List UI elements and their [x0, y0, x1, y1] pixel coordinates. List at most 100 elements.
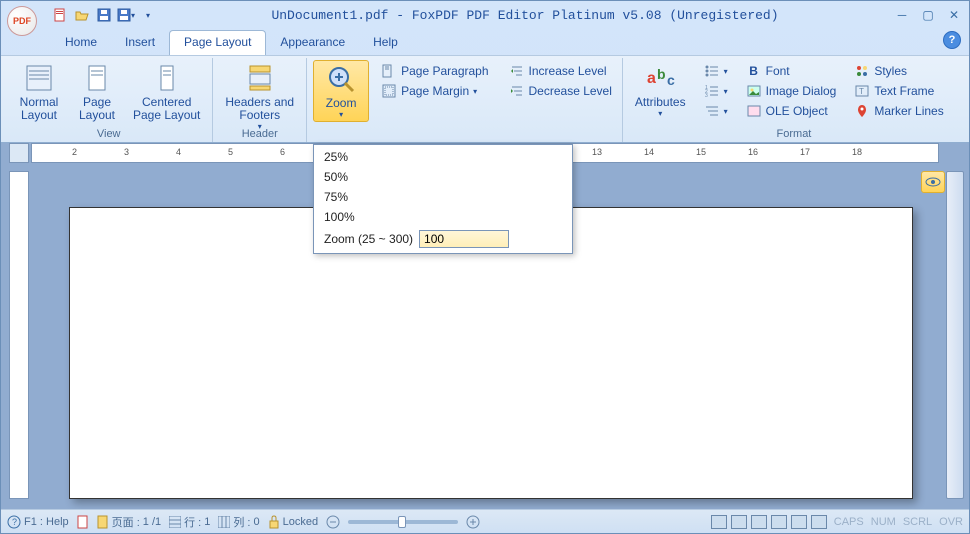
chevron-down-icon: ▾: [658, 109, 662, 118]
lock-icon: [268, 515, 280, 529]
open-icon[interactable]: [73, 6, 91, 24]
scrl-indicator: SCRL: [903, 516, 932, 528]
bullet-list-button[interactable]: ▾: [700, 62, 732, 80]
status-row: 行 :1: [169, 514, 210, 530]
zoom-slider-thumb[interactable]: [398, 516, 406, 528]
close-button[interactable]: ✕: [945, 7, 963, 23]
chevron-down-icon: ▾: [339, 110, 343, 119]
ribbon-group-header: Headers and Footers ▾ Header: [213, 58, 307, 142]
save-as-icon[interactable]: ▾: [117, 6, 135, 24]
zoom-50-item[interactable]: 50%: [314, 167, 572, 187]
minimize-button[interactable]: ─: [893, 7, 911, 23]
zoom-button[interactable]: Zoom ▾: [313, 60, 369, 122]
status-col: 列 :0: [218, 514, 259, 530]
attributes-icon: abc: [644, 62, 676, 94]
page-margin-button[interactable]: Page Margin▾: [377, 82, 492, 100]
group-label-view: View: [11, 128, 206, 142]
menu-page-layout[interactable]: Page Layout: [169, 30, 266, 55]
menu-home[interactable]: Home: [51, 31, 111, 55]
svg-text:a: a: [647, 70, 656, 87]
chevron-down-icon: ▾: [131, 11, 135, 20]
font-button[interactable]: BFont: [742, 62, 841, 80]
help-icon[interactable]: ?: [943, 31, 961, 49]
view-mode-6-button[interactable]: [811, 515, 827, 529]
centered-page-layout-icon: [151, 62, 183, 94]
status-locked[interactable]: Locked: [268, 515, 318, 529]
text-frame-button[interactable]: TText Frame: [850, 82, 947, 100]
new-doc-icon[interactable]: [51, 6, 69, 24]
font-icon: B: [746, 63, 762, 79]
multilevel-list-button[interactable]: ▾: [700, 102, 732, 120]
save-icon[interactable]: [95, 6, 113, 24]
zoom-in-button[interactable]: [466, 515, 480, 529]
styles-icon: [854, 63, 870, 79]
zoom-slider[interactable]: [348, 520, 458, 524]
svg-text:?: ?: [12, 517, 17, 527]
quick-access-toolbar: ▾ ▾: [51, 6, 157, 24]
numbered-list-icon: 123: [704, 83, 720, 99]
scrollbar-vertical[interactable]: [946, 171, 964, 499]
svg-text:b: b: [657, 66, 666, 82]
styles-button[interactable]: Styles: [850, 62, 947, 80]
menu-appearance[interactable]: Appearance: [266, 31, 359, 55]
view-mode-4-button[interactable]: [771, 515, 787, 529]
zoom-custom-row: Zoom (25 ~ 300): [314, 227, 572, 251]
statusbar: ?F1 : Help 页面 :1 /1 行 :1 列 :0 Locked CAP…: [1, 509, 969, 533]
marker-lines-button[interactable]: Marker Lines: [850, 102, 947, 120]
titlebar: PDF ▾ ▾ UnDocument1.pdf - FoxPDF PDF Edi…: [1, 1, 969, 29]
increase-level-icon: [509, 63, 525, 79]
svg-text:c: c: [667, 72, 675, 88]
increase-level-button[interactable]: Increase Level: [505, 62, 616, 80]
decrease-level-button[interactable]: Decrease Level: [505, 82, 616, 100]
col-icon: [218, 516, 230, 528]
zoom-custom-input[interactable]: [419, 230, 509, 248]
headers-footers-icon: [244, 62, 276, 94]
window-controls: ─ ▢ ✕: [893, 7, 963, 23]
multilevel-list-icon: [704, 103, 720, 119]
numbered-list-button[interactable]: 123▾: [700, 82, 732, 100]
normal-layout-button[interactable]: Normal Layout: [11, 60, 67, 124]
qat-more-icon[interactable]: ▾: [139, 6, 157, 24]
image-icon: [746, 83, 762, 99]
eye-icon: [925, 176, 941, 188]
view-mode-3-button[interactable]: [751, 515, 767, 529]
decrease-level-icon: [509, 83, 525, 99]
status-doc-icon[interactable]: [77, 515, 89, 529]
page-paragraph-button[interactable]: Page Paragraph: [377, 62, 492, 80]
page-icon: [97, 515, 109, 529]
ovr-indicator: OVR: [939, 516, 963, 528]
ole-object-button[interactable]: OLE Object: [742, 102, 841, 120]
paragraph-icon: [381, 63, 397, 79]
attributes-button[interactable]: abc Attributes ▾: [629, 60, 692, 120]
page-layout-icon: [81, 62, 113, 94]
view-mode-2-button[interactable]: [731, 515, 747, 529]
page-layout-button[interactable]: Page Layout: [69, 60, 125, 124]
centered-page-layout-button[interactable]: Centered Page Layout: [127, 60, 206, 124]
headers-footers-button[interactable]: Headers and Footers ▾: [219, 60, 300, 133]
normal-layout-icon: [23, 62, 55, 94]
menubar: Home Insert Page Layout Appearance Help …: [1, 29, 969, 55]
menu-help[interactable]: Help: [359, 31, 412, 55]
zoom-out-button[interactable]: [326, 515, 340, 529]
ruler-vertical[interactable]: [9, 171, 29, 499]
maximize-button[interactable]: ▢: [919, 7, 937, 23]
ole-icon: [746, 103, 762, 119]
image-dialog-button[interactable]: Image Dialog: [742, 82, 841, 100]
ribbon: Normal Layout Page Layout Centered Page …: [1, 55, 969, 143]
menu-insert[interactable]: Insert: [111, 31, 169, 55]
marker-icon: [854, 103, 870, 119]
zoom-100-item[interactable]: 100%: [314, 207, 572, 227]
view-toggle-button[interactable]: [921, 171, 945, 193]
status-page: 页面 :1 /1: [97, 514, 161, 530]
view-mode-1-button[interactable]: [711, 515, 727, 529]
svg-text:T: T: [859, 87, 864, 96]
zoom-75-item[interactable]: 75%: [314, 187, 572, 207]
status-help[interactable]: ?F1 : Help: [7, 515, 69, 529]
ribbon-group-zoom: Zoom ▾: [307, 58, 371, 142]
text-frame-icon: T: [854, 83, 870, 99]
caps-indicator: CAPS: [834, 516, 864, 528]
zoom-25-item[interactable]: 25%: [314, 147, 572, 167]
view-mode-5-button[interactable]: [791, 515, 807, 529]
ribbon-group-view: Normal Layout Page Layout Centered Page …: [5, 58, 213, 142]
ribbon-group-paragraph: Page Paragraph Page Margin▾ Increase Lev…: [371, 58, 623, 142]
